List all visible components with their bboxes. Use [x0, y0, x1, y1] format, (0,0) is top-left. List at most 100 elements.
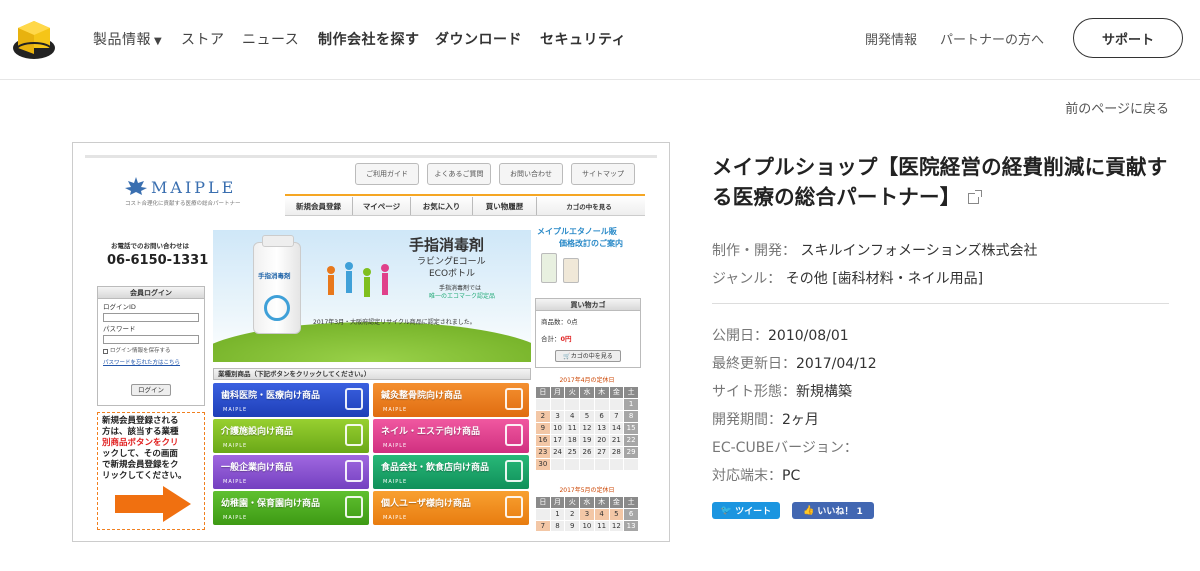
ethanol-bottle-icon [541, 253, 557, 283]
calendar-day-header: 水 [579, 496, 595, 509]
nav-news[interactable]: ニュース [242, 29, 299, 49]
shop-page-preview: ご利用ガイド よくあるご質問 お問い合わせ サイトマップ MAIPLE コスト合… [85, 155, 657, 531]
support-button[interactable]: サポート [1073, 18, 1183, 58]
calendar-cell [535, 398, 551, 411]
nav-dev-info[interactable]: 開発情報 [865, 29, 917, 48]
calendar-cell: 5 [579, 410, 595, 423]
banner-note2: 唯一のエコマーク認定品 [429, 293, 496, 300]
back-link[interactable]: 前のページに戻る [1065, 98, 1169, 117]
calendar-cell: 6 [593, 410, 610, 423]
nav-find-agency[interactable]: 制作会社を探す [318, 29, 420, 49]
site-screenshot: ご利用ガイド よくあるご質問 お問い合わせ サイトマップ MAIPLE コスト合… [72, 142, 670, 542]
published-row: 公開日：2010/08/01 [712, 328, 849, 344]
shop-tab: よくあるご質問 [427, 163, 491, 185]
calendar-day-header: 土 [623, 386, 639, 399]
nav-download[interactable]: ダウンロード [435, 29, 522, 49]
calendar-day-header: 水 [579, 386, 595, 399]
calendar-cell: 28 [608, 446, 625, 459]
calendar-cell: 15 [623, 422, 639, 435]
divider [712, 303, 1169, 304]
device-row: 対応端末：PC [712, 468, 801, 484]
banner-title: 手指消毒剤 [409, 236, 485, 254]
nav-products[interactable]: 製品情報 ▼ [93, 29, 162, 49]
calendar-cell: 7 [608, 410, 625, 423]
banner-bottom-text: 2017年3月・大阪府認定リサイクル商品に認定されました。 [313, 319, 476, 326]
promo-text: 新規会員登録される 方は、該当する業種 別商品ボタンをクリ ックして、その画面 … [102, 416, 187, 481]
arrow-right-icon [115, 486, 191, 522]
calendar-cell [623, 458, 639, 471]
shop-logo-text: MAIPLE [151, 178, 237, 197]
calendar-day-header: 火 [564, 496, 581, 509]
calendar-cell: 18 [564, 434, 581, 447]
shop-tab: お問い合わせ [499, 163, 563, 185]
calendar-cell: 17 [549, 434, 566, 447]
nav-store[interactable]: ストア [181, 29, 225, 49]
category-kindergarten: 幼稚園・保育園向け商品 MAIPLE [213, 491, 369, 525]
nav-partner[interactable]: パートナーの方へ [940, 29, 1044, 48]
calendar-cell: 12 [579, 422, 595, 435]
shop-menu-item: マイページ [353, 197, 411, 215]
calendar-cell: 9 [535, 422, 551, 435]
calendar-cell: 3 [549, 410, 566, 423]
shop-menu-item: 新規会員登録 [285, 197, 353, 215]
external-link-icon[interactable] [968, 189, 983, 204]
eccube-version-row: EC-CUBEバージョン： [712, 440, 858, 456]
login-button: ログイン [131, 384, 171, 396]
calendar-cell: 20 [593, 434, 610, 447]
wheelchair-icon [345, 424, 363, 446]
calendar-cell [593, 458, 610, 471]
calendar-day-header: 木 [593, 496, 610, 509]
calendar-cell: 21 [608, 434, 625, 447]
category-acupuncture: 鍼灸整骨院向け商品 MAIPLE [373, 383, 529, 417]
developer-value[interactable]: スキルインフォメーションズ株式会社 [800, 243, 1037, 259]
calendar-cell: 2 [564, 508, 581, 521]
calendar-cell: 4 [564, 410, 581, 423]
calendar-day-header: 日 [535, 496, 551, 509]
calendar-day-header: 月 [549, 496, 566, 509]
calendar-day-header: 月 [549, 386, 566, 399]
view-cart-button: 🛒カゴの中を見る [555, 350, 621, 362]
calendar-cell: 1 [549, 508, 566, 521]
remember-checkbox [103, 349, 108, 354]
facebook-like-button[interactable]: 👍 いいね！ 1 [792, 502, 874, 519]
calendar-cell: 11 [564, 422, 581, 435]
calendar-day-header: 金 [608, 386, 625, 399]
building-icon [345, 460, 363, 482]
eccube-logo-icon[interactable] [12, 18, 56, 60]
site-title: メイプルショップ【医院経営の経費削減に貢献する医療の総合パートナー】 [712, 155, 1168, 209]
calendar-day-header: 金 [608, 496, 625, 509]
calendar-cell [579, 398, 595, 411]
calendar-cell: 27 [593, 446, 610, 459]
calendar-cell: 30 [535, 458, 551, 471]
category-personal: 個人ユーザ様向け商品 MAIPLE [373, 491, 529, 525]
calendar-cell: 4 [593, 508, 610, 521]
calendar-cell: 12 [608, 520, 625, 531]
twitter-bird-icon: 🐦 [720, 505, 733, 516]
holiday-calendar-april: 2017年4月の定休日 日月火水木金土 1 2 3 4 5 6 7 8 9 10 11 12 13 14 15… [535, 376, 639, 471]
calendar-cell: 19 [579, 434, 595, 447]
bottle-icon [345, 496, 363, 518]
tweet-button[interactable]: 🐦 ツイート [712, 502, 780, 519]
cart-total: 合計：0円 [541, 335, 572, 343]
calendar-cell [608, 398, 625, 411]
calendar-cell [608, 458, 625, 471]
holiday-calendar-may: 2017年5月の定休日 日月火水木金土 1 2 3 4 5 6 7 8 9 10 11 12 13 [535, 486, 639, 531]
login-pw-input [103, 335, 199, 344]
notice-line1: メイプルエタノール販 [537, 227, 617, 236]
calendar-cell: 25 [564, 446, 581, 459]
notice-line2: 価格改訂のご案内 [559, 239, 623, 248]
calendar-cell: 8 [549, 520, 566, 531]
remember-label: ログイン情報を保存する [110, 348, 171, 354]
calendar-cell: 26 [579, 446, 595, 459]
calendar-day-header: 火 [564, 386, 581, 399]
calendar-cell: 8 [623, 410, 639, 423]
shop-logo-sub: コスト合理化に貢献する医療の総合パートナー [125, 201, 241, 207]
nav-security[interactable]: セキュリティ [540, 29, 626, 49]
cart-count: 商品数：0点 [541, 318, 578, 326]
genre-row: ジャンル： その他 [歯科材料・ネイル用品] [712, 271, 984, 287]
calendar-cell: 5 [608, 508, 625, 521]
people-illustration-icon [327, 262, 389, 297]
tooth-icon [345, 388, 363, 410]
login-pw-label: パスワード [103, 325, 136, 333]
calendar-cell: 22 [623, 434, 639, 447]
